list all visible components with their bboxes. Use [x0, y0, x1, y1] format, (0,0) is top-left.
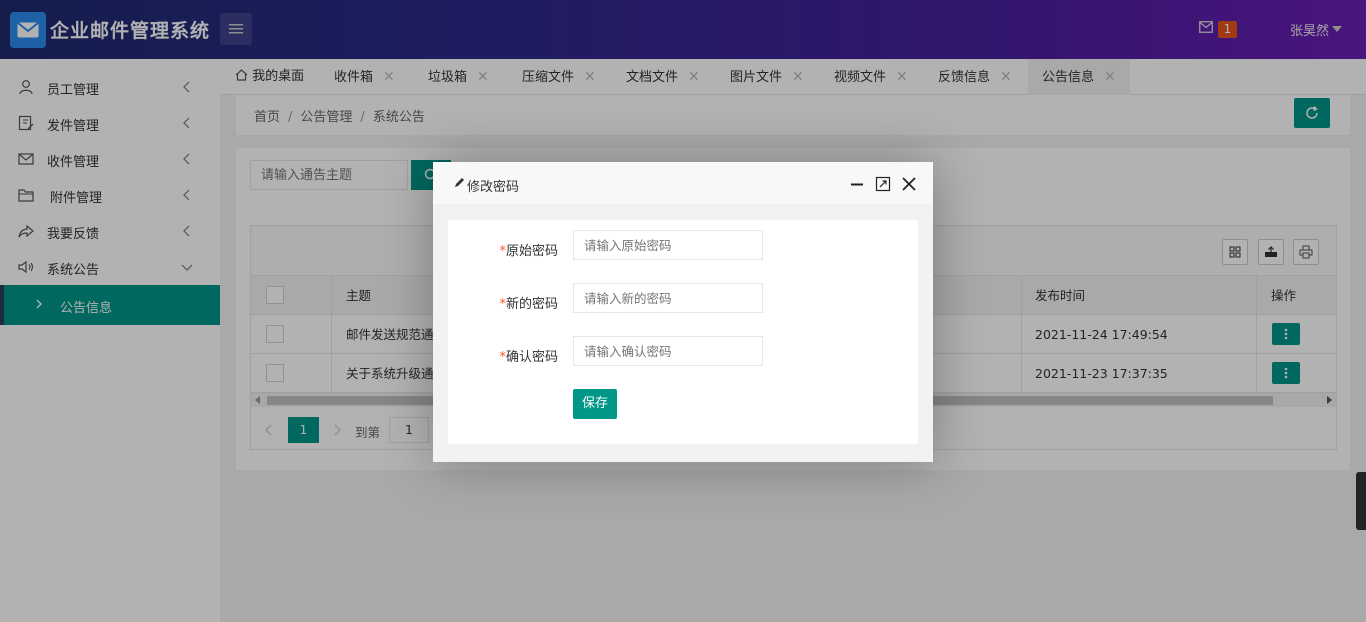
confirm-password-input[interactable] — [573, 336, 763, 366]
field-label: 新的密码 — [505, 297, 558, 312]
new-password-label: *新的密码 — [458, 293, 558, 312]
new-password-input[interactable] — [573, 283, 763, 313]
pencil-icon — [455, 178, 464, 187]
original-password-input[interactable] — [573, 230, 763, 260]
close-icon[interactable] — [901, 176, 917, 192]
minimize-icon[interactable] — [849, 176, 865, 192]
maximize-icon[interactable] — [875, 176, 891, 192]
field-label: 确认密码 — [505, 350, 558, 365]
original-password-label: *原始密码 — [458, 240, 558, 259]
confirm-password-label: *确认密码 — [458, 346, 558, 365]
save-button[interactable]: 保存 — [573, 389, 617, 419]
field-label: 原始密码 — [505, 244, 558, 259]
password-form: *原始密码 *新的密码 *确认密码 保存 — [448, 220, 918, 444]
dialog-title: 修改密码 — [467, 180, 520, 195]
change-password-dialog: 修改密码 *原始密码 *新的密码 *确认密码 保存 — [433, 162, 933, 462]
dialog-header: 修改密码 — [433, 162, 933, 205]
